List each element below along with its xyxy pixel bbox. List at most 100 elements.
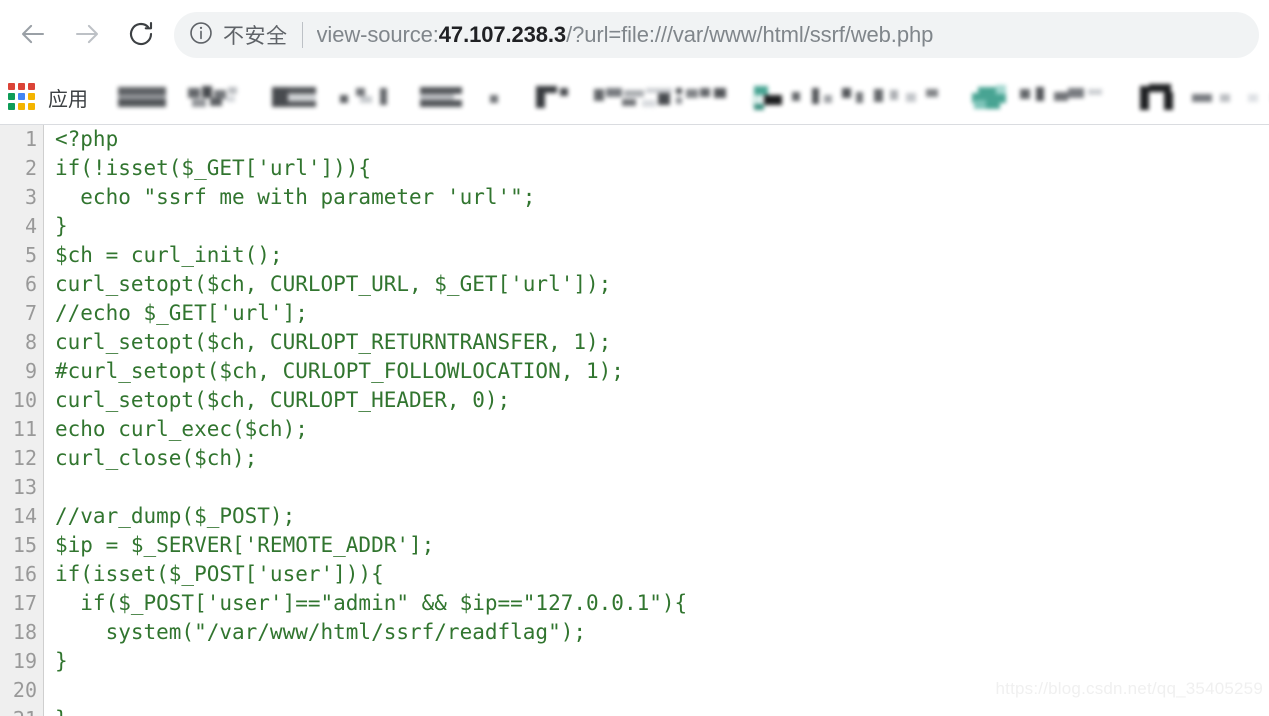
apps-grid-cell [28,103,35,110]
code-text[interactable]: //var_dump($_POST); [44,502,687,531]
code-text[interactable]: curl_setopt($ch, CURLOPT_HEADER, 0); [44,386,687,415]
bookmark-item-5[interactable] [418,82,466,112]
url-text[interactable]: view-source:47.107.238.3/?url=file:///va… [317,22,934,48]
bookmark-item-4[interactable] [338,82,400,112]
code-text[interactable]: echo "ssrf me with parameter 'url'"; [44,183,687,212]
code-line: 1 <?php [0,125,687,154]
browser-chrome: 不安全 view-source:47.107.238.3/?url=file:/… [0,0,1269,125]
code-text[interactable]: curl_setopt($ch, CURLOPT_URL, $_GET['url… [44,270,687,299]
code-text[interactable] [44,676,687,705]
code-line: 21} [0,705,687,716]
code-text[interactable] [44,473,687,502]
code-text[interactable]: system("/var/www/html/ssrf/readflag"); [44,618,687,647]
apps-grid-cell [28,83,35,90]
code-line: 19} [0,647,687,676]
code-line: 2 if(!isset($_GET['url'])){ [0,154,687,183]
bookmark-favicon-redacted [420,87,462,107]
code-text[interactable]: } [44,212,687,241]
apps-grid-icon[interactable] [8,83,38,111]
line-number: 2 [24,156,37,180]
back-button[interactable] [6,8,60,62]
security-status-label: 不安全 [223,24,288,48]
code-text[interactable]: curl_close($ch); [44,444,687,473]
bookmarks-bar: 应用 [0,70,1269,125]
code-text[interactable]: if(!isset($_GET['url'])){ [44,154,687,183]
code-line: 18 system("/var/www/html/ssrf/readflag")… [0,618,687,647]
line-number: 11 [12,417,37,441]
code-line: 6 curl_setopt($ch, CURLOPT_URL, $_GET['ur… [0,270,687,299]
line-number: 7 [24,301,37,325]
info-circle-icon [188,20,214,51]
apps-grid-cell [18,83,25,90]
code-line: 17 if($_POST['user']=="admin" && $ip=="1… [0,589,687,618]
bookmark-item-6[interactable] [484,82,514,112]
line-number: 18 [12,620,37,644]
code-line: 14 //var_dump($_POST); [0,502,687,531]
arrow-left-icon [18,19,48,52]
code-text[interactable]: } [44,647,687,676]
bookmark-favicon-redacted [118,87,166,107]
bookmark-item-7[interactable] [532,82,574,112]
line-number: 9 [24,359,37,383]
code-line: 7 //echo $_GET['url']; [0,299,687,328]
bookmark-favicon-redacted [340,88,387,105]
reload-button[interactable] [114,8,168,62]
code-line: 3 echo "ssrf me with parameter 'url'"; [0,183,687,212]
bookmark-favicon-redacted [490,95,498,103]
code-line: 20 [0,676,687,705]
code-line: 11 echo curl_exec($ch); [0,415,687,444]
code-line: 10 curl_setopt($ch, CURLOPT_HEADER, 0); [0,386,687,415]
arrow-right-icon [72,19,102,52]
line-number: 8 [24,330,37,354]
line-number: 6 [24,272,37,296]
code-text[interactable]: if($_POST['user']=="admin" && $ip=="127.… [44,589,687,618]
bookmark-item-9[interactable] [750,82,950,112]
line-number: 10 [12,388,37,412]
line-number: 20 [12,678,37,702]
bookmark-favicon-redacted [188,86,237,107]
bookmark-item-10[interactable] [968,82,1118,112]
bookmark-favicon-redacted [972,85,1102,109]
reload-icon [126,19,156,52]
line-number: 19 [12,649,37,673]
code-text[interactable]: <?php [44,125,687,154]
url-scheme: view-source: [316,22,439,47]
bookmark-favicon-redacted [594,88,726,107]
code-text[interactable]: } [44,705,687,716]
line-number: 4 [24,214,37,238]
browser-toolbar: 不安全 view-source:47.107.238.3/?url=file:/… [0,0,1269,70]
apps-grid-cell [8,83,15,90]
code-line: 13 [0,473,687,502]
bookmark-item-2[interactable] [186,82,252,112]
source-code-table: 1 <?php 2 if(!isset($_GET['url'])){3 echo "… [0,125,687,716]
line-number: 16 [12,562,37,586]
code-line: 15 $ip = $_SERVER['REMOTE_ADDR']; [0,531,687,560]
code-text[interactable]: echo curl_exec($ch); [44,415,687,444]
security-status-chip[interactable]: 不安全 [188,20,288,51]
bookmark-item-8[interactable] [592,82,732,112]
code-line: 9 #curl_setopt($ch, CURLOPT_FOLLOWLOCATIO… [0,357,687,386]
code-line: 4} [0,212,687,241]
bookmark-item-11[interactable] [1136,82,1269,112]
apps-grid-cell [28,93,35,100]
url-path: /?url=file:///var/www/html/ssrf/web.php [566,22,934,47]
bookmark-item-3[interactable] [270,82,320,112]
apps-grid-cell [18,103,25,110]
line-number: 21 [0,705,44,716]
code-text[interactable]: $ip = $_SERVER['REMOTE_ADDR']; [44,531,687,560]
bookmark-favicon-redacted [536,86,568,108]
line-number: 14 [12,504,37,528]
url-host: 47.107.238.3 [438,22,567,47]
code-text[interactable]: //echo $_GET['url']; [44,299,687,328]
bookmark-item-1[interactable] [116,82,168,112]
code-text[interactable]: curl_setopt($ch, CURLOPT_RETURNTRANSFER,… [44,328,687,357]
code-text[interactable]: #curl_setopt($ch, CURLOPT_FOLLOWLOCATION… [44,357,687,386]
address-bar[interactable]: 不安全 view-source:47.107.238.3/?url=file:/… [174,12,1259,58]
forward-button[interactable] [60,8,114,62]
line-number: 5 [24,243,37,267]
apps-grid-cell [18,93,25,100]
code-text[interactable]: $ch = curl_init(); [44,241,687,270]
code-text[interactable]: if(isset($_POST['user'])){ [44,560,687,589]
bookmark-favicon-redacted [272,87,316,107]
apps-label[interactable]: 应用 [48,83,88,112]
